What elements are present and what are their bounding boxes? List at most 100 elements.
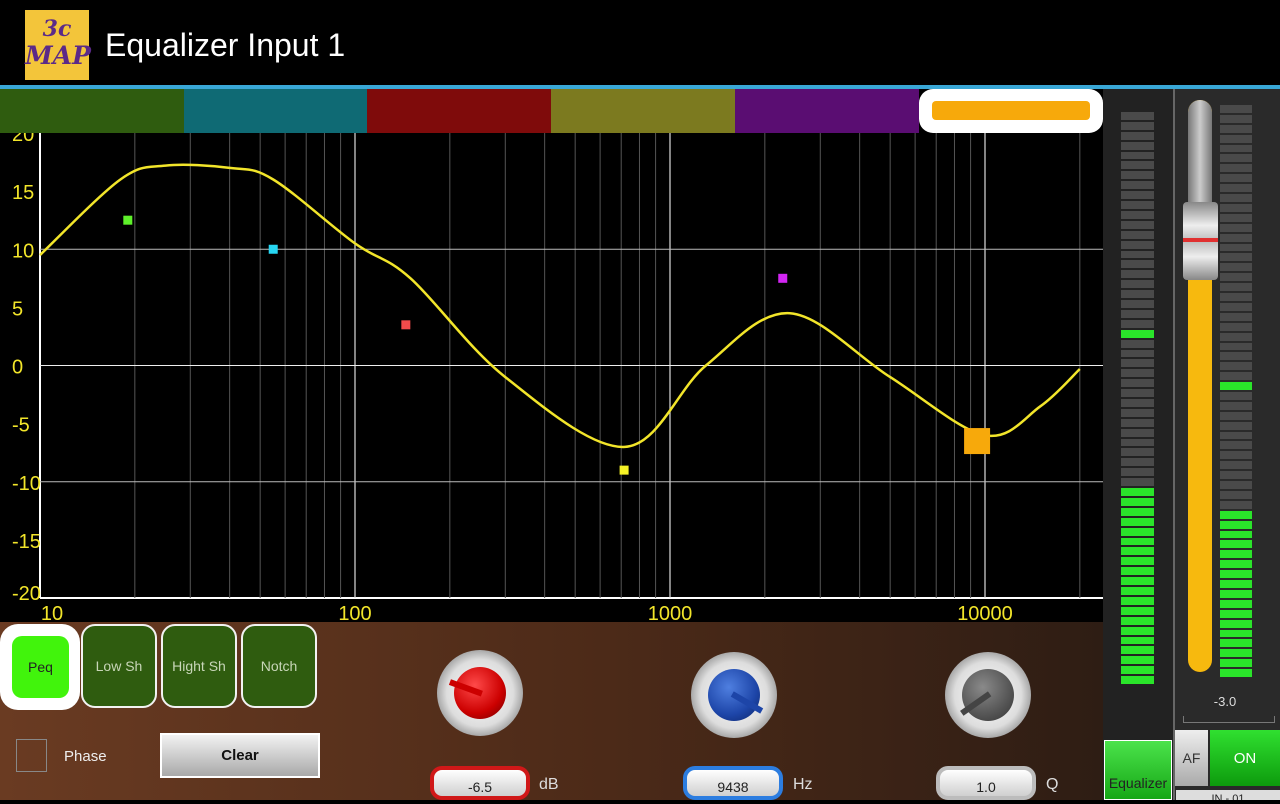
band-point-6[interactable] bbox=[964, 428, 991, 455]
meter-segment bbox=[1220, 570, 1252, 579]
meter-segment bbox=[1220, 293, 1252, 301]
peq-button[interactable]: Peq bbox=[12, 636, 69, 698]
meter-segment bbox=[1220, 609, 1252, 618]
meter-segment bbox=[1220, 589, 1252, 598]
meter-segment bbox=[1121, 577, 1154, 586]
logo-line-1: 3c bbox=[42, 16, 72, 42]
y-tick-label: 20 bbox=[12, 133, 34, 146]
band-point-2[interactable] bbox=[268, 244, 278, 254]
meter-segment bbox=[1121, 309, 1154, 318]
meter-segment bbox=[1220, 243, 1252, 252]
output-level-meter bbox=[1220, 105, 1252, 679]
meter-segment bbox=[1220, 530, 1252, 539]
meter-segment bbox=[1121, 230, 1154, 239]
frequency-knob[interactable] bbox=[691, 652, 777, 738]
meter-segment bbox=[1220, 411, 1252, 420]
meter-segment bbox=[1121, 399, 1154, 407]
graph-grid bbox=[39, 133, 1103, 599]
meter-segment bbox=[1121, 616, 1154, 625]
meter-segment bbox=[1121, 121, 1154, 130]
meter-segment bbox=[1220, 273, 1252, 282]
gain-value-field[interactable]: -6.5 bbox=[430, 766, 530, 800]
y-tick-label: -20 bbox=[12, 583, 41, 605]
high-shelf-button[interactable]: Hight Sh bbox=[161, 624, 237, 708]
y-tick-label: 5 bbox=[12, 298, 23, 320]
meter-segment bbox=[1220, 154, 1252, 163]
band-point-5[interactable] bbox=[778, 273, 788, 283]
meter-segment bbox=[1121, 329, 1154, 338]
meter-segment bbox=[1121, 112, 1154, 120]
meter-segment bbox=[1121, 587, 1154, 595]
band-point-1[interactable] bbox=[123, 215, 133, 225]
meter-segment bbox=[1220, 372, 1252, 381]
meter-segment bbox=[1220, 223, 1252, 232]
notch-button[interactable]: Notch bbox=[241, 624, 317, 708]
meter-segment bbox=[1220, 114, 1252, 123]
meter-segment bbox=[1220, 431, 1252, 440]
meter-segment bbox=[1121, 438, 1154, 447]
band-tab-6-color bbox=[932, 101, 1090, 120]
af-button[interactable]: AF bbox=[1175, 730, 1208, 786]
meter-segment bbox=[1121, 131, 1154, 140]
eq-response-graph[interactable]: 20 15 10 5 0 -5 -10 -15 -20 10 100 1000 10000 bbox=[0, 133, 1103, 623]
gain-knob[interactable] bbox=[437, 650, 523, 736]
meter-segment bbox=[1220, 639, 1252, 648]
y-tick-label: 10 bbox=[12, 240, 34, 262]
band-point-3[interactable] bbox=[401, 320, 411, 330]
q-knob[interactable] bbox=[945, 652, 1031, 738]
meter-segment bbox=[1220, 144, 1252, 153]
y-tick-label: 0 bbox=[12, 357, 23, 379]
meter-segment bbox=[1220, 134, 1252, 143]
equalizer-button[interactable]: Equalizer bbox=[1104, 740, 1172, 800]
meter-segment bbox=[1121, 596, 1154, 605]
band-tab-5[interactable] bbox=[735, 89, 919, 133]
meter-segment bbox=[1121, 161, 1154, 170]
x-axis-labels: 10 100 1000 10000 bbox=[41, 603, 1013, 623]
meter-segment bbox=[1220, 669, 1252, 677]
meter-segment bbox=[1121, 280, 1154, 289]
x-tick-label: 10 bbox=[41, 603, 63, 623]
meter-segment bbox=[1121, 369, 1154, 378]
x-tick-label: 1000 bbox=[648, 603, 693, 623]
meter-segment bbox=[1121, 349, 1154, 358]
meter-segment bbox=[1220, 560, 1252, 569]
gain-unit: dB bbox=[539, 776, 559, 793]
y-tick-label: 15 bbox=[12, 182, 34, 204]
band-tab-2[interactable] bbox=[184, 89, 368, 133]
meter-segment bbox=[1121, 468, 1154, 477]
band-tab-3[interactable] bbox=[367, 89, 551, 133]
page-title: Equalizer Input 1 bbox=[105, 27, 346, 63]
clear-button[interactable]: Clear bbox=[160, 733, 320, 778]
band-tab-1[interactable] bbox=[0, 89, 184, 133]
meter-segment bbox=[1121, 379, 1154, 388]
meter-segment bbox=[1220, 599, 1252, 608]
x-tick-label: 100 bbox=[338, 603, 371, 623]
y-axis-labels: 20 15 10 5 0 -5 -10 -15 -20 bbox=[12, 133, 41, 605]
meter-segment bbox=[1121, 606, 1154, 615]
meter-segment bbox=[1121, 210, 1154, 219]
band-tab-4[interactable] bbox=[551, 89, 735, 133]
meter-segment bbox=[1121, 626, 1154, 635]
meter-segment bbox=[1121, 517, 1154, 526]
meter-segment bbox=[1220, 203, 1252, 212]
meter-segment bbox=[1220, 184, 1252, 193]
q-value-field[interactable]: 1.0 bbox=[936, 766, 1036, 800]
meter-segment bbox=[1220, 105, 1252, 113]
meter-segment bbox=[1220, 659, 1252, 668]
band-point-4[interactable] bbox=[619, 465, 629, 475]
meter-segment bbox=[1121, 497, 1154, 506]
meter-segment bbox=[1220, 312, 1252, 321]
on-button[interactable]: ON bbox=[1210, 730, 1280, 786]
frequency-value-field[interactable]: 9438 bbox=[683, 766, 783, 800]
meter-segment bbox=[1121, 527, 1154, 536]
meter-segment bbox=[1220, 451, 1252, 460]
phase-checkbox[interactable] bbox=[16, 739, 47, 772]
meter-segment bbox=[1121, 389, 1154, 397]
meter-segment bbox=[1121, 458, 1154, 467]
meter-segment bbox=[1121, 151, 1154, 160]
low-shelf-button[interactable]: Low Sh bbox=[81, 624, 157, 708]
meter-segment bbox=[1121, 547, 1154, 556]
meter-segment bbox=[1121, 478, 1154, 487]
meter-segment bbox=[1220, 550, 1252, 559]
fader-value: -3.0 bbox=[1213, 694, 1237, 709]
